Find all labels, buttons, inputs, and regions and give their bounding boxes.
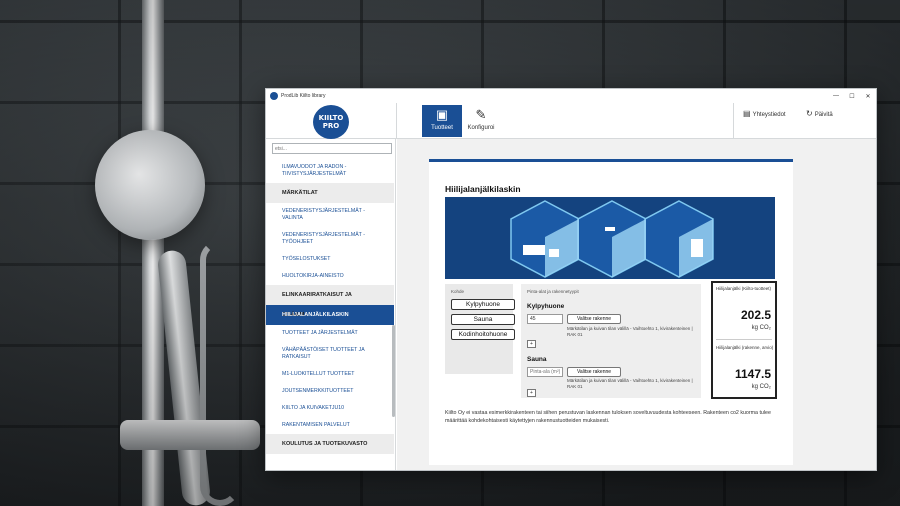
room-hexagons-illustration bbox=[510, 200, 714, 278]
nav-products-button[interactable]: ▣ Tuotteet bbox=[422, 105, 462, 137]
room-button-sauna[interactable]: Sauna bbox=[451, 314, 515, 325]
title-bar: ProdLib Kiilto library — ☐ ✕ bbox=[266, 89, 876, 103]
maximize-button[interactable]: ☐ bbox=[844, 93, 860, 100]
area-label: Pinta-alat ja rakennetyypit bbox=[527, 289, 579, 294]
area-input-sauna[interactable] bbox=[527, 367, 563, 377]
sidebar-item[interactable]: TYÖSELOSTUKSET bbox=[266, 251, 394, 268]
result-value-structure: 1147.5 bbox=[734, 367, 771, 381]
sidebar-section-header[interactable]: MÄRKÄTILAT bbox=[266, 183, 394, 203]
calculator-card: Hiilijalanjälkilaskin Kohde Kylpyhuone S… bbox=[429, 159, 793, 465]
room-illustration-banner bbox=[445, 197, 775, 279]
result-label-structure: Hiilijalanjälki (rakenne, arvio) bbox=[716, 345, 774, 350]
sidebar-item[interactable]: JOUTSENMERKKITUOTTEET bbox=[266, 383, 394, 400]
book-icon: ▤ bbox=[743, 109, 751, 118]
result-label-products: Hiilijalanjälki (Kiilto-tuotteet) bbox=[716, 286, 772, 291]
contact-link[interactable]: ▤ Yhteystiedot bbox=[743, 109, 786, 118]
contact-label: Yhteystiedot bbox=[752, 112, 786, 118]
target-label: Kohde bbox=[451, 289, 465, 294]
kiilto-pro-logo[interactable]: KIILTO PRO bbox=[313, 105, 349, 139]
room-button-bathroom[interactable]: Kylpyhuone bbox=[451, 299, 515, 310]
sidebar-item[interactable]: HUOLTOKIRJA-AINEISTO bbox=[266, 268, 394, 285]
results-panel: Hiilijalanjälki (Kiilto-tuotteet) 202.5 … bbox=[711, 281, 777, 399]
refresh-link[interactable]: ↻ Päivitä bbox=[806, 109, 833, 118]
room-button-utility[interactable]: Kodinhoitohuone bbox=[451, 329, 515, 340]
structure-description-bathroom: Märkätilan ja kuivan tilan välillä - Vai… bbox=[567, 326, 693, 337]
app-window: ProdLib Kiilto library — ☐ ✕ KIILTO PRO … bbox=[265, 88, 877, 471]
nav-configure-label: Konfiguroi bbox=[467, 125, 495, 131]
sidebar-item[interactable]: KIILTO JA KUIVAKETJU10 bbox=[266, 400, 394, 417]
sidebar-item[interactable]: TUOTTEET JA JÄRJESTELMÄT bbox=[266, 325, 394, 342]
sidebar-item[interactable]: M1-LUOKITELLUT TUOTTEET bbox=[266, 366, 394, 383]
select-structure-button-sauna[interactable]: Valitse rakenne bbox=[567, 367, 621, 377]
main-content: Hiilijalanjälkilaskin Kohde Kylpyhuone S… bbox=[397, 139, 876, 470]
sidebar: ILMAVUODOT JA RADON -TIIVISTYSJÄRJESTELM… bbox=[266, 139, 396, 470]
target-panel: Kohde Kylpyhuone Sauna Kodinhoitohuone bbox=[445, 284, 515, 374]
sidebar-item[interactable]: RAKENTAMISEN PALVELUT bbox=[266, 417, 394, 434]
area-panel: Pinta-alat ja rakennetyypit Kylpyhuone V… bbox=[521, 284, 701, 398]
divider bbox=[716, 339, 772, 340]
sidebar-scrollbar[interactable] bbox=[392, 325, 395, 417]
box-icon: ▣ bbox=[435, 107, 449, 122]
close-button[interactable]: ✕ bbox=[860, 93, 876, 100]
sidebar-item-active[interactable]: HIILIJALANJÄLKILASKIN bbox=[266, 305, 394, 325]
result-unit-structure: kg CO₂ bbox=[751, 384, 771, 390]
minimize-button[interactable]: — bbox=[828, 93, 844, 99]
add-structure-button-sauna[interactable]: + bbox=[527, 389, 536, 397]
sidebar-item[interactable]: VEDENERISTYSJÄRJESTELMÄT - TYÖOHJEET bbox=[266, 227, 394, 251]
divider bbox=[733, 103, 734, 139]
disclaimer-text: Kiilto Oy ei vastaa esimerkkirakenteen t… bbox=[445, 410, 771, 424]
sidebar-list: ILMAVUODOT JA RADON -TIIVISTYSJÄRJESTELM… bbox=[266, 159, 394, 454]
structure-description-sauna: Märkätilan ja kuivan tilan välillä - Vai… bbox=[567, 378, 693, 389]
edit-icon: ✎ bbox=[475, 107, 487, 122]
nav-configure-button[interactable]: ✎ Konfiguroi bbox=[464, 105, 498, 137]
sidebar-item[interactable]: ILMAVUODOT JA RADON -TIIVISTYSJÄRJESTELM… bbox=[266, 159, 394, 183]
app-icon bbox=[270, 92, 278, 100]
page-title: Hiilijalanjälkilaskin bbox=[445, 184, 521, 194]
divider bbox=[396, 103, 397, 139]
sidebar-section-header[interactable]: KOULUTUS JA TUOTEKUVASTO bbox=[266, 434, 394, 454]
refresh-icon: ↻ bbox=[806, 109, 813, 118]
search-input[interactable] bbox=[272, 143, 392, 154]
result-unit-products: kg CO₂ bbox=[751, 325, 771, 331]
result-value-products: 202.5 bbox=[740, 308, 771, 322]
top-bar: KIILTO PRO ▣ Tuotteet ✎ Konfiguroi ▤ Yhte… bbox=[266, 103, 876, 139]
add-structure-button-bathroom[interactable]: + bbox=[527, 340, 536, 348]
entry-title-sauna: Sauna bbox=[527, 356, 547, 363]
sidebar-section-header[interactable]: ELINKAARIRATKAISUT JA SISÄILMA bbox=[266, 285, 394, 318]
nav-products-label: Tuotteet bbox=[431, 125, 453, 131]
window-title: ProdLib Kiilto library bbox=[281, 93, 326, 99]
sidebar-item[interactable]: VEDENERISTYSJÄRJESTELMÄT - VALINTA bbox=[266, 203, 394, 227]
area-input-bathroom[interactable] bbox=[527, 314, 563, 324]
sidebar-item[interactable]: VÄHÄPÄÄSTÖISET TUOTTEET JA RATKAISUT bbox=[266, 342, 394, 366]
refresh-label: Päivitä bbox=[814, 112, 833, 118]
entry-title-bathroom: Kylpyhuone bbox=[527, 303, 565, 310]
select-structure-button-bathroom[interactable]: Valitse rakenne bbox=[567, 314, 621, 324]
